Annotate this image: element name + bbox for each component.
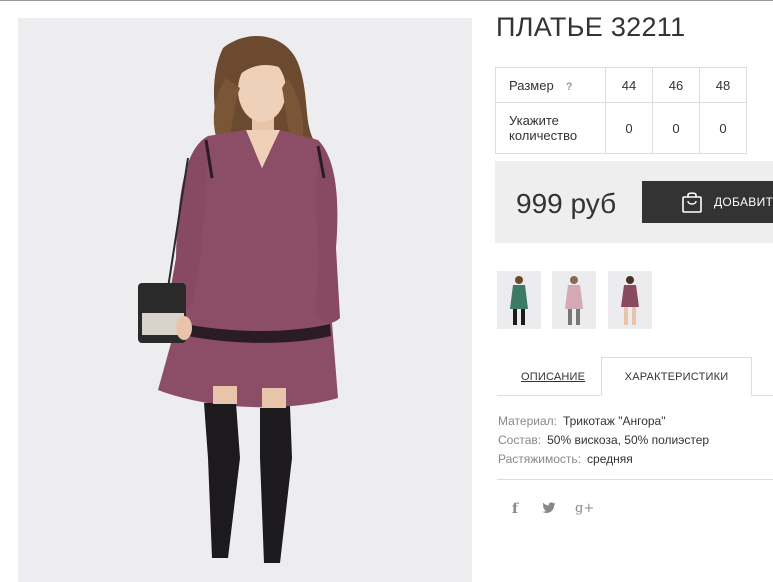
pink-dress-thumbnail[interactable]	[552, 271, 596, 329]
twitter-icon[interactable]	[542, 502, 556, 518]
green-dress-thumbnail[interactable]	[497, 271, 541, 329]
shopping-bag-icon	[680, 190, 704, 219]
product-main-image[interactable]	[18, 18, 472, 582]
purple-dress-thumbnail[interactable]	[608, 271, 652, 329]
spec-key: Состав:	[498, 433, 542, 447]
tab-characteristics-label: ХАРАКТЕРИСТИКИ	[624, 371, 729, 383]
quantity-label: Укажите количество	[509, 113, 578, 143]
spec-value: Трикотаж "Ангора"	[562, 414, 666, 428]
size-table: Размер? 44 46 48 Укажите количество 0 0 …	[495, 67, 747, 154]
google-plus-icon[interactable]: g+	[575, 501, 594, 516]
spec-key: Растяжимость:	[498, 452, 582, 466]
facebook-icon[interactable]: f	[512, 501, 518, 517]
quantity-label-cell: Укажите количество	[495, 102, 606, 154]
size-44: 44	[605, 67, 653, 103]
add-to-cart-label: ДОБАВИТЬ	[714, 195, 773, 209]
quantity-input-46[interactable]: 0	[652, 102, 700, 154]
spec-key: Материал:	[498, 414, 557, 428]
product-price: 999 руб	[516, 188, 617, 219]
spec-row-composition: Состав: 50% вискоза, 50% полиэстер	[498, 431, 709, 450]
specs-list: Материал: Трикотаж "Ангора" Состав: 50% ви…	[498, 412, 709, 469]
product-title: ПЛАТЬЕ 32211	[496, 12, 686, 42]
add-to-cart-button[interactable]: ДОБАВИТЬ	[642, 181, 773, 223]
top-border	[0, 0, 773, 1]
tab-description[interactable]: ОПИСАНИЕ	[521, 371, 585, 383]
spec-row-material: Материал: Трикотаж "Ангора"	[498, 412, 709, 431]
size-46: 46	[652, 67, 700, 103]
price-box: 999 руб ДОБАВИТЬ	[495, 161, 773, 243]
size-help-icon[interactable]: ?	[566, 81, 573, 93]
size-label: Размер	[509, 77, 554, 93]
quantity-input-48[interactable]: 0	[699, 102, 747, 154]
size-label-cell: Размер?	[495, 67, 606, 103]
quantity-input-44[interactable]: 0	[605, 102, 653, 154]
tab-characteristics[interactable]: ХАРАКТЕРИСТИКИ	[601, 357, 752, 396]
spec-value: 50% вискоза, 50% полиэстер	[547, 433, 710, 447]
social-divider	[497, 479, 773, 480]
spec-value: средняя	[587, 452, 633, 466]
spec-row-stretch: Растяжимость: средняя	[498, 450, 709, 469]
size-48: 48	[699, 67, 747, 103]
